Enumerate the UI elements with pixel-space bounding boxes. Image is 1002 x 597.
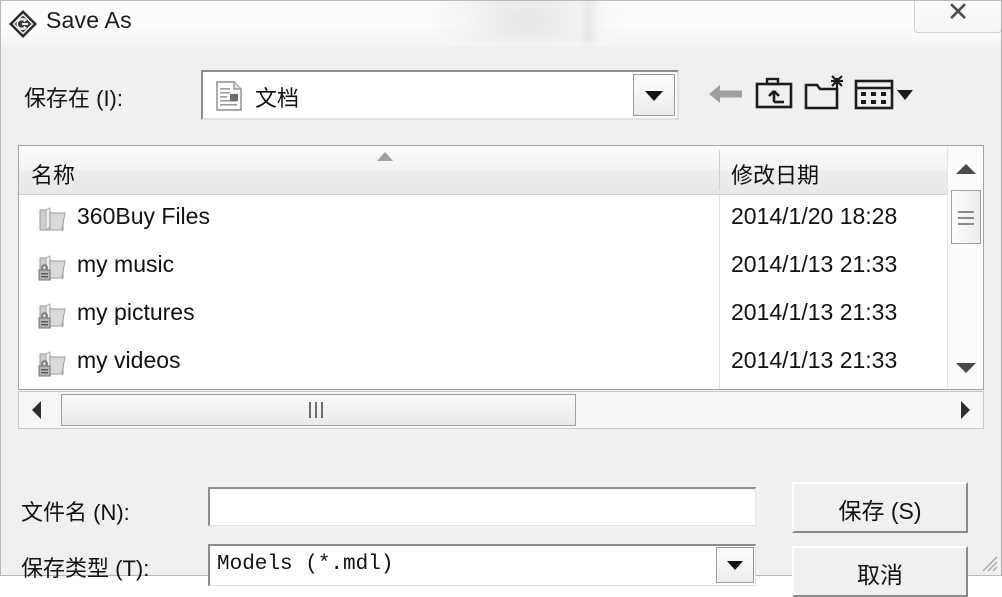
sort-ascending-icon xyxy=(377,152,393,161)
folder-locked-icon xyxy=(37,299,69,331)
back-button[interactable] xyxy=(703,72,749,116)
table-row[interactable]: my videos 2014/1/13 21:33 xyxy=(19,339,983,387)
caret-up-icon xyxy=(956,164,976,174)
grip-line xyxy=(309,402,311,418)
save-as-dialog: Save As ✕ 保存在 (I): 文档 名称 修改日期 360Buy Fil… xyxy=(0,0,1002,597)
vertical-scrollbar-thumb[interactable] xyxy=(951,190,981,244)
glass-streak xyxy=(584,1,600,43)
window-title: Save As xyxy=(46,7,132,33)
vertical-scrollbar[interactable] xyxy=(947,146,983,389)
caret-left-icon xyxy=(32,401,41,419)
cancel-button-label: 取消 xyxy=(857,562,903,588)
column-header-name[interactable]: 名称 xyxy=(31,158,75,190)
chevron-down-icon xyxy=(727,561,743,570)
dialog-body: 保存在 (I): 文档 名称 修改日期 360Buy Files 2014/1/… xyxy=(1,46,1001,597)
location-combobox[interactable]: 文档 xyxy=(201,70,679,120)
save-in-label: 保存在 (I): xyxy=(24,86,123,111)
table-row[interactable]: my music 2014/1/13 21:33 xyxy=(19,243,983,291)
scroll-right-button[interactable] xyxy=(948,393,982,427)
file-list-rows: 360Buy Files 2014/1/20 18:28 my music 20… xyxy=(19,195,983,389)
location-dropdown-button[interactable] xyxy=(633,74,675,116)
folder-locked-icon xyxy=(37,347,69,379)
horizontal-scrollbar[interactable] xyxy=(18,391,984,429)
scroll-left-button[interactable] xyxy=(20,393,54,427)
horizontal-scrollbar-thumb[interactable] xyxy=(61,394,576,426)
new-folder-button[interactable] xyxy=(801,72,847,116)
file-date: 2014/1/13 21:33 xyxy=(731,299,898,325)
folder-locked-icon xyxy=(37,251,69,283)
close-button[interactable]: ✕ xyxy=(914,1,1001,33)
scroll-up-button[interactable] xyxy=(948,152,983,186)
grip-line xyxy=(958,223,974,225)
grip-line xyxy=(958,217,974,219)
file-type-value: Models (*.mdl) xyxy=(217,553,394,576)
simulink-diamond-icon xyxy=(8,9,38,39)
location-value: 文档 xyxy=(255,86,300,111)
table-row[interactable]: 360Buy Files 2014/1/20 18:28 xyxy=(19,195,983,243)
caret-right-icon xyxy=(961,401,970,419)
file-type-label: 保存类型 (T): xyxy=(21,556,150,581)
file-name: my music xyxy=(77,251,175,277)
close-icon: ✕ xyxy=(946,1,970,28)
grip-line xyxy=(958,211,974,213)
file-date: 2014/1/13 21:33 xyxy=(731,347,898,373)
file-name: my videos xyxy=(77,347,181,373)
file-name-input[interactable] xyxy=(208,487,756,526)
file-list-panel: 名称 修改日期 360Buy Files 2014/1/20 18:28 my … xyxy=(18,145,984,390)
file-name: my pictures xyxy=(77,299,195,325)
title-bar: Save As ✕ xyxy=(1,1,1001,47)
file-type-dropdown-button[interactable] xyxy=(716,547,754,583)
save-in-row: 保存在 (I): 文档 xyxy=(1,68,1001,126)
column-header-date[interactable]: 修改日期 xyxy=(731,158,819,190)
chevron-down-icon xyxy=(645,91,663,101)
resize-grip[interactable] xyxy=(979,553,999,573)
save-button-label: 保存 (S) xyxy=(838,498,922,524)
grip-line xyxy=(321,402,323,418)
up-one-level-button[interactable] xyxy=(751,72,797,116)
cancel-button[interactable]: 取消 xyxy=(792,546,968,597)
file-name-label: 文件名 (N): xyxy=(21,500,130,525)
file-type-combobox[interactable]: Models (*.mdl) xyxy=(208,544,756,586)
header-separator xyxy=(719,150,720,190)
glass-reflection xyxy=(431,1,621,41)
folder-icon xyxy=(37,203,69,235)
save-button[interactable]: 保存 (S) xyxy=(792,482,968,533)
grip-line xyxy=(315,402,317,418)
file-name: 360Buy Files xyxy=(77,203,210,229)
document-icon xyxy=(215,81,243,111)
scroll-down-button[interactable] xyxy=(948,351,983,385)
file-date: 2014/1/13 21:33 xyxy=(731,251,898,277)
table-row[interactable]: my pictures 2014/1/13 21:33 xyxy=(19,291,983,339)
file-list-header: 名称 修改日期 xyxy=(19,146,983,195)
file-date: 2014/1/20 18:28 xyxy=(731,203,898,229)
views-button[interactable] xyxy=(853,72,915,116)
caret-down-icon xyxy=(956,363,976,373)
